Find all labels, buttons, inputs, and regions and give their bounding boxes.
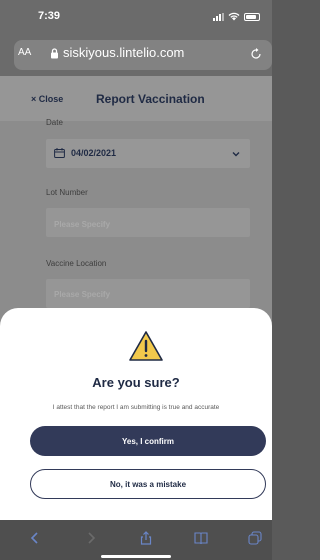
text-size-button[interactable]: AA [18,47,31,58]
date-value: 04/02/2021 [71,148,117,158]
url-text[interactable]: siskiyous.lintelio.com [63,45,184,60]
close-link[interactable]: × Close [31,94,63,104]
cancel-button[interactable]: No, it was a mistake [30,469,266,499]
modal-message: I attest that the report I am submitting… [52,404,220,411]
page-header: × Close Report Vaccination [0,76,272,121]
signal-icon [213,12,224,21]
confirm-button[interactable]: Yes, I confirm [30,426,266,456]
reload-icon[interactable] [250,48,262,60]
battery-icon [244,12,260,21]
lock-icon [51,48,58,59]
browser-toolbar [0,520,272,560]
browser-url-bar: AA siskiyous.lintelio.com [0,36,272,76]
bookmarks-icon[interactable] [194,531,208,545]
home-indicator [101,555,171,558]
wifi-icon [228,12,240,21]
status-bar: 7:39 [0,0,272,36]
lot-number-placeholder: Please Specify [54,220,111,229]
vaccine-location-placeholder: Please Specify [54,290,111,299]
status-time: 7:39 [38,10,61,22]
date-label: Date [46,118,63,127]
vaccine-location-label: Vaccine Location [46,259,107,268]
tabs-icon[interactable] [248,531,262,545]
status-icons [213,12,260,21]
lot-number-label: Lot Number [46,188,88,197]
share-icon[interactable] [139,531,153,545]
forward-icon[interactable] [84,531,98,545]
calendar-icon [54,148,65,158]
modal-title: Are you sure? [92,375,180,390]
warning-triangle-icon [129,331,163,361]
page-title: Report Vaccination [96,92,205,106]
back-icon[interactable] [28,531,42,545]
chevron-down-icon [232,152,240,157]
